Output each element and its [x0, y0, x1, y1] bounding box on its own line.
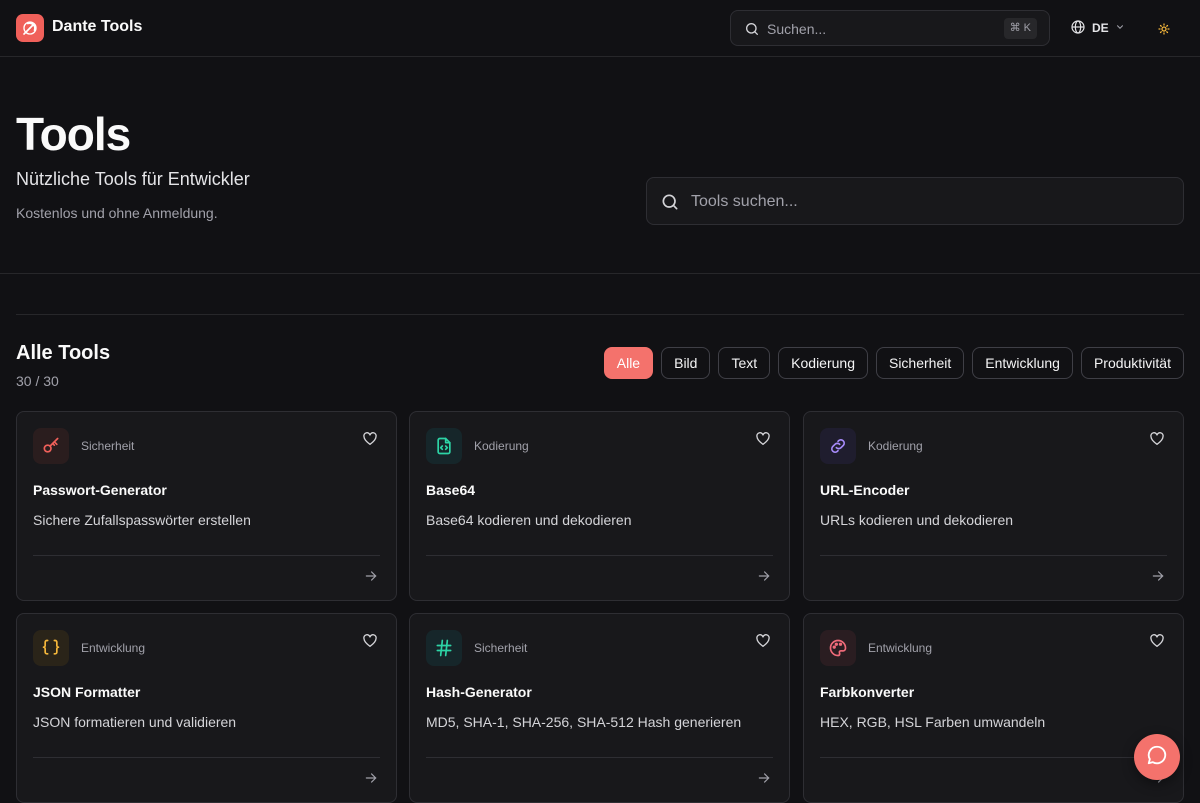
heart-icon[interactable]: [362, 633, 378, 654]
filter-development[interactable]: Entwicklung: [972, 347, 1073, 379]
globe-icon: [1070, 19, 1086, 38]
tool-search-placeholder: Tools suchen...: [691, 193, 798, 210]
search-icon: [660, 192, 680, 217]
arrow-right-icon[interactable]: [1151, 569, 1165, 588]
arrow-right-icon[interactable]: [364, 569, 378, 588]
filter-all[interactable]: Alle: [603, 347, 654, 379]
tool-category: Sicherheit: [474, 641, 528, 655]
section-divider: [16, 314, 1184, 315]
search-icon: [744, 21, 760, 42]
tool-category: Entwicklung: [81, 641, 146, 655]
tool-name: JSON Formatter: [33, 684, 141, 700]
arrow-right-icon[interactable]: [757, 771, 771, 790]
card-divider: [426, 555, 773, 556]
filter-encoding[interactable]: Kodierung: [778, 347, 868, 379]
key-icon: [33, 428, 69, 464]
tool-description: JSON formatieren und validieren: [33, 714, 237, 730]
palette-icon: [820, 630, 856, 666]
tool-card[interactable]: Entwicklung JSON Formatter JSON formatie…: [16, 613, 397, 803]
chat-button[interactable]: [1134, 734, 1180, 780]
tool-card[interactable]: Kodierung URL-Encoder URLs kodieren und …: [803, 411, 1184, 601]
heart-icon[interactable]: [362, 431, 378, 452]
card-divider: [820, 555, 1167, 556]
search-shortcut-badge: ⌘ K: [1003, 18, 1037, 39]
tool-description: MD5, SHA-1, SHA-256, SHA-512 Hash generi…: [426, 714, 742, 730]
tool-description: HEX, RGB, HSL Farben umwandeln: [820, 714, 1046, 730]
tool-count: 30 / 30: [16, 373, 59, 389]
filter-security[interactable]: Sicherheit: [875, 347, 965, 379]
file-code-icon: [426, 428, 462, 464]
heart-icon[interactable]: [1149, 633, 1165, 654]
tool-name: Farbkonverter: [820, 684, 915, 700]
braces-icon: [33, 630, 69, 666]
tool-category: Kodierung: [868, 439, 923, 453]
tool-card[interactable]: Entwicklung Farbkonverter HEX, RGB, HSL …: [803, 613, 1184, 803]
card-divider: [820, 757, 1167, 758]
chat-bubble-icon: [1146, 744, 1168, 771]
language-switcher[interactable]: DE: [1070, 18, 1125, 38]
tool-description: URLs kodieren und dekodieren: [820, 512, 1014, 528]
tool-card[interactable]: Sicherheit Hash-Generator MD5, SHA-1, SH…: [409, 613, 790, 803]
section-title: Alle Tools: [16, 342, 111, 364]
tool-description: Sichere Zufallspasswörter erstellen: [33, 512, 251, 528]
brand-name[interactable]: Dante Tools: [52, 18, 142, 36]
page-note: Kostenlos und ohne Anmeldung.: [16, 205, 218, 221]
page-subtitle: Nützliche Tools für Entwickler: [16, 169, 250, 189]
arrow-right-icon[interactable]: [757, 569, 771, 588]
page-title: Tools: [16, 108, 131, 160]
tool-category: Kodierung: [474, 439, 529, 453]
filter-text[interactable]: Text: [718, 347, 771, 379]
category-filters: Alle Bild Text Kodierung Sicherheit Entw…: [603, 347, 1184, 379]
tool-card[interactable]: Kodierung Base64 Base64 kodieren und dek…: [409, 411, 790, 601]
sun-icon[interactable]: [1158, 22, 1170, 40]
arrow-right-icon[interactable]: [364, 771, 378, 790]
tool-card[interactable]: Sicherheit Passwort-Generator Sichere Zu…: [16, 411, 397, 601]
chevron-down-icon: [1115, 21, 1125, 35]
language-label: DE: [1092, 21, 1109, 35]
tool-name: URL-Encoder: [820, 482, 910, 498]
tool-category: Sicherheit: [81, 439, 135, 453]
hero-section: Tools Nützliche Tools für Entwickler Kos…: [0, 57, 1200, 274]
link-icon: [820, 428, 856, 464]
global-search[interactable]: Suchen... ⌘ K: [730, 10, 1050, 46]
top-bar: Dante Tools Suchen... ⌘ K DE: [0, 0, 1200, 57]
tool-name: Passwort-Generator: [33, 482, 167, 498]
heart-icon[interactable]: [755, 431, 771, 452]
filter-image[interactable]: Bild: [661, 347, 711, 379]
tool-name: Base64: [426, 482, 476, 498]
tool-category: Entwicklung: [868, 641, 933, 655]
tool-description: Base64 kodieren und dekodieren: [426, 512, 632, 528]
card-divider: [33, 757, 380, 758]
logo-icon[interactable]: [16, 14, 44, 42]
global-search-placeholder: Suchen...: [767, 21, 827, 37]
card-divider: [33, 555, 380, 556]
heart-icon[interactable]: [1149, 431, 1165, 452]
card-divider: [426, 757, 773, 758]
filter-productivity[interactable]: Produktivität: [1080, 347, 1184, 379]
tool-search-input[interactable]: Tools suchen...: [646, 177, 1184, 225]
hash-icon: [426, 630, 462, 666]
tool-name: Hash-Generator: [426, 684, 532, 700]
heart-icon[interactable]: [755, 633, 771, 654]
